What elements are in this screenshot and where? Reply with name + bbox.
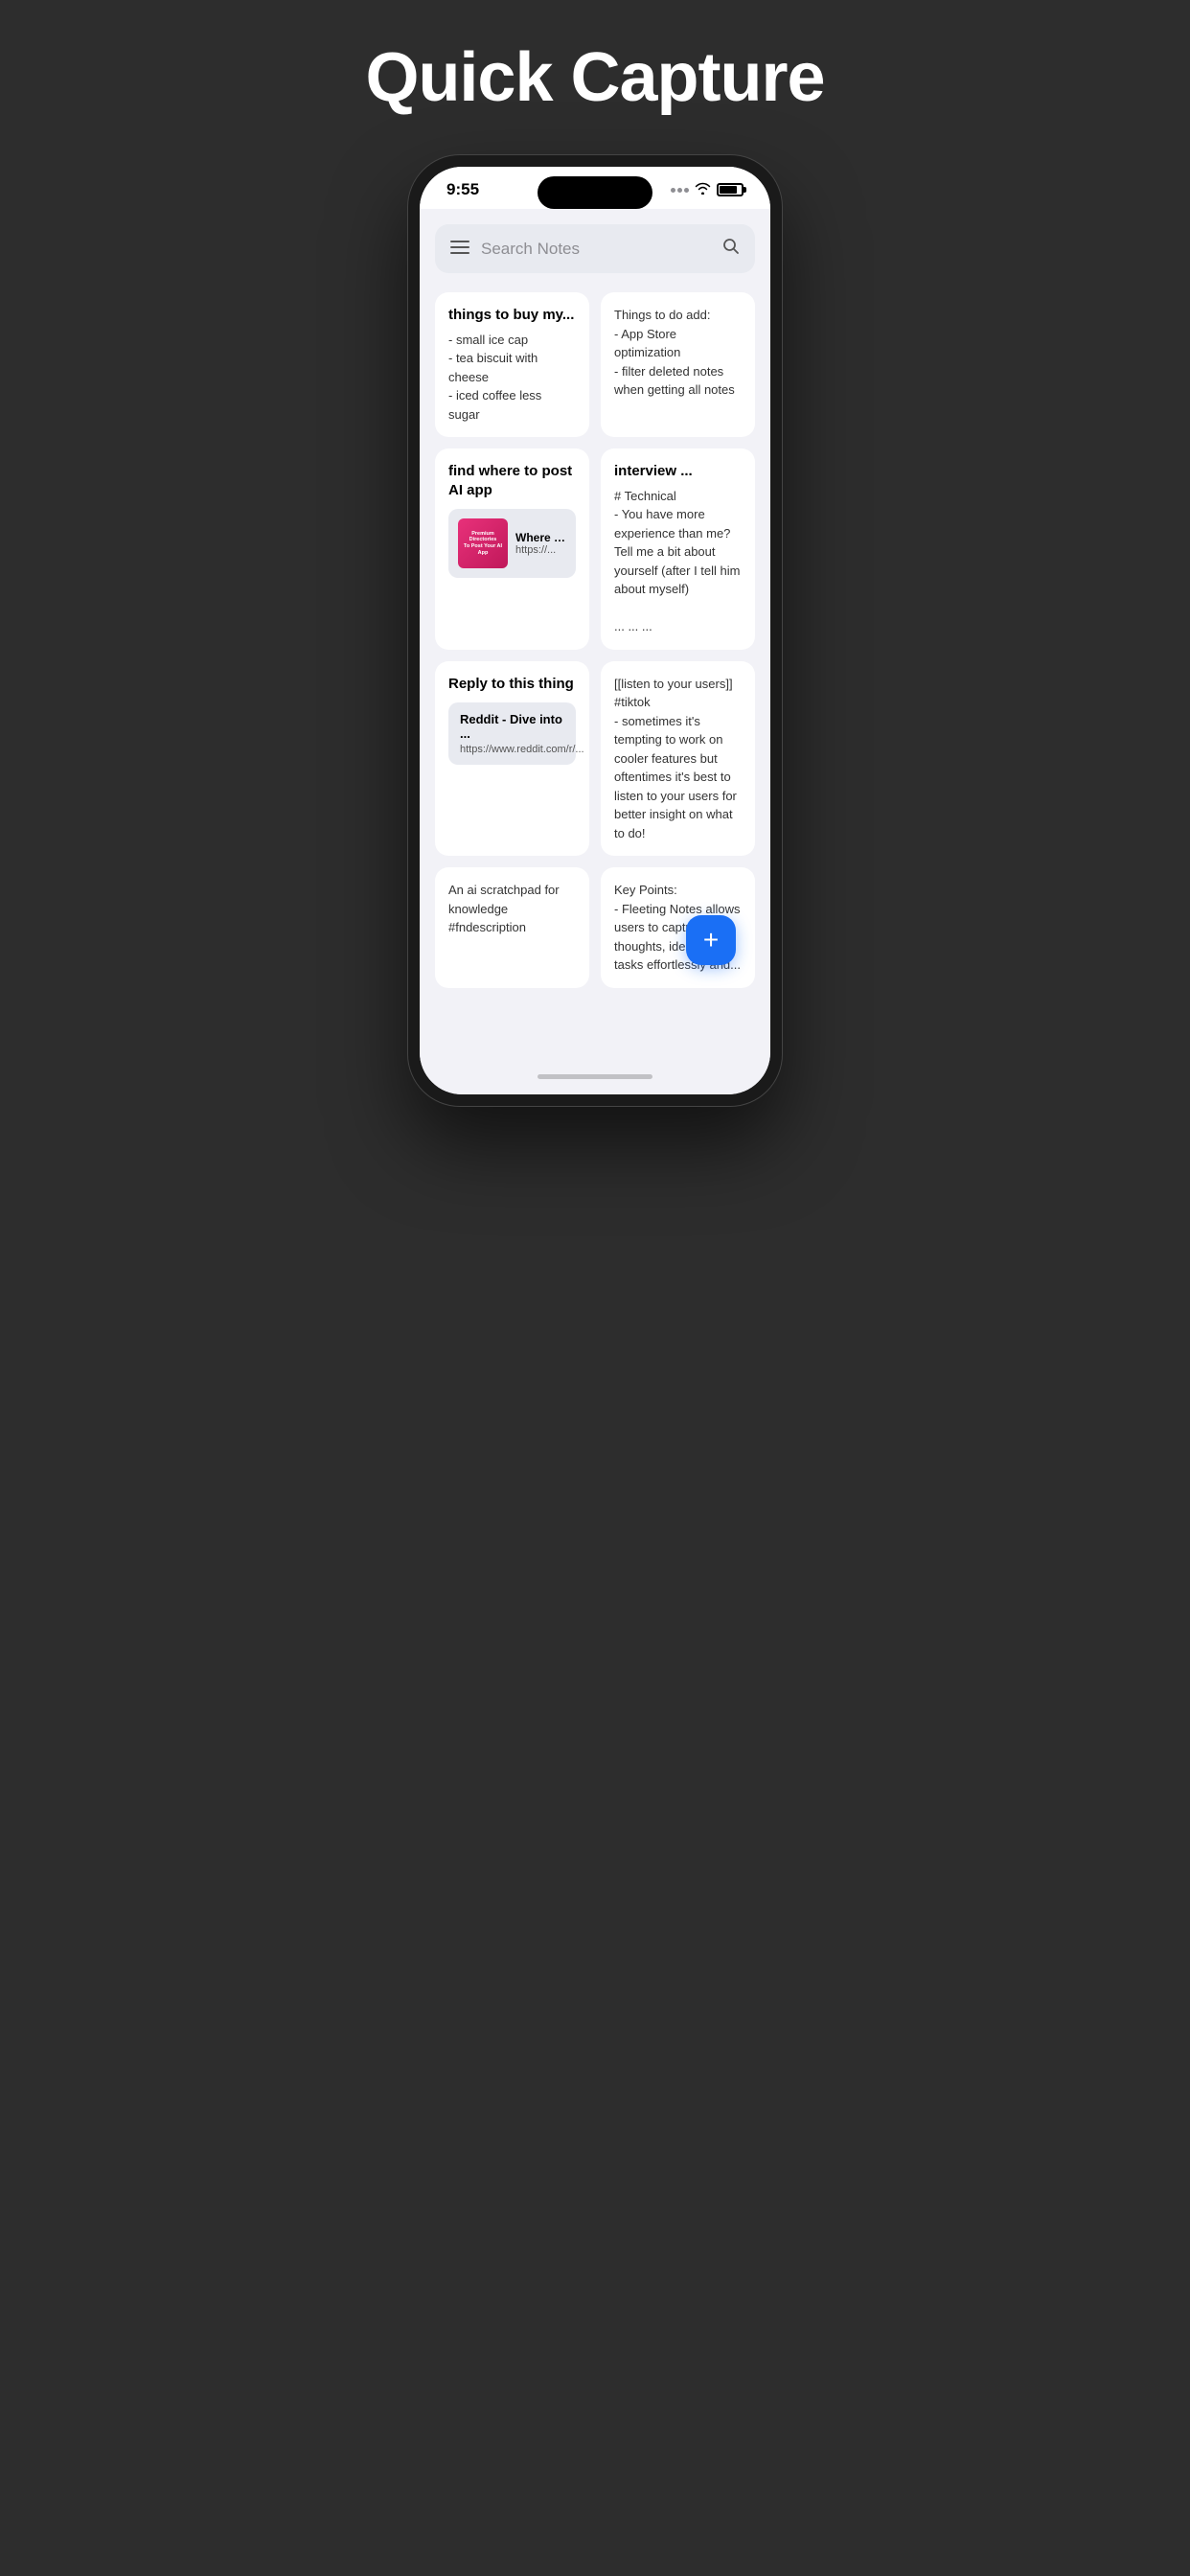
note-card-8[interactable]: Key Points: - Fleeting Notes allows user… bbox=[601, 867, 755, 988]
link-thumb-title-3: Premium DirectoriesTo Post Your AI App bbox=[462, 531, 504, 556]
battery-icon bbox=[717, 183, 744, 196]
menu-icon[interactable] bbox=[450, 239, 469, 259]
notes-area: things to buy my... - small ice cap - te… bbox=[435, 292, 755, 988]
dynamic-island bbox=[538, 176, 652, 209]
signal-dot-2 bbox=[677, 188, 682, 193]
note-card-6[interactable]: [[listen to your users]] #tiktok - somet… bbox=[601, 661, 755, 857]
note-body-7: An ai scratchpad for knowledge #fndescri… bbox=[448, 881, 576, 937]
signal-dot-1 bbox=[671, 188, 675, 193]
note-card-2[interactable]: Things to do add: - App Store optimizati… bbox=[601, 292, 755, 437]
note-card-4[interactable]: interview ... # Technical - You have mor… bbox=[601, 448, 755, 650]
search-bar[interactable]: Search Notes bbox=[435, 224, 755, 273]
note-card-7[interactable]: An ai scratchpad for knowledge #fndescri… bbox=[435, 867, 589, 988]
link-info-3: Where to ... https://... bbox=[515, 531, 566, 556]
battery-fill bbox=[720, 186, 737, 194]
note-body-2: Things to do add: - App Store optimizati… bbox=[614, 306, 742, 400]
wifi-icon bbox=[695, 182, 711, 197]
fab-plus-icon: + bbox=[703, 927, 719, 954]
note-body-6: [[listen to your users]] #tiktok - somet… bbox=[614, 675, 742, 843]
signal-dot-3 bbox=[684, 188, 689, 193]
search-icon[interactable] bbox=[722, 238, 740, 260]
note-body-4: # Technical - You have more experience t… bbox=[614, 487, 742, 636]
home-bar bbox=[538, 1074, 652, 1079]
link-preview-3[interactable]: Premium DirectoriesTo Post Your AI App W… bbox=[448, 509, 576, 578]
note-title-5: Reply to this thing bbox=[448, 675, 576, 694]
status-right bbox=[671, 182, 744, 197]
note-body-1: - small ice cap - tea biscuit with chees… bbox=[448, 331, 576, 425]
note-title-3: find where to post AI app bbox=[448, 462, 576, 499]
phone-frame: 9:55 bbox=[408, 155, 782, 1106]
notes-grid: things to buy my... - small ice cap - te… bbox=[435, 292, 755, 988]
app-content: Search Notes things to buy my... - small… bbox=[420, 209, 770, 1065]
home-indicator bbox=[420, 1065, 770, 1094]
fab-button[interactable]: + bbox=[686, 915, 736, 965]
link-title-3: Where to ... bbox=[515, 531, 566, 544]
note-card-1[interactable]: things to buy my... - small ice cap - te… bbox=[435, 292, 589, 437]
phone-screen: 9:55 bbox=[420, 167, 770, 1094]
note-title-1: things to buy my... bbox=[448, 306, 576, 325]
link-thumbnail-3: Premium DirectoriesTo Post Your AI App bbox=[458, 518, 508, 568]
note-card-5[interactable]: Reply to this thing Reddit - Dive into .… bbox=[435, 661, 589, 857]
note-card-3[interactable]: find where to post AI app Premium Direct… bbox=[435, 448, 589, 650]
status-bar: 9:55 bbox=[420, 167, 770, 209]
signal-dots bbox=[671, 188, 689, 193]
reddit-preview-5[interactable]: Reddit - Dive into ... https://www.reddi… bbox=[448, 702, 576, 765]
status-time: 9:55 bbox=[446, 180, 479, 199]
page-title: Quick Capture bbox=[365, 38, 824, 117]
link-url-3: https://... bbox=[515, 544, 566, 556]
reddit-link-title-5: Reddit - Dive into ... bbox=[460, 712, 564, 741]
reddit-link-url-5: https://www.reddit.com/r/... bbox=[460, 744, 564, 755]
note-title-4: interview ... bbox=[614, 462, 742, 481]
search-placeholder-text: Search Notes bbox=[481, 240, 711, 259]
